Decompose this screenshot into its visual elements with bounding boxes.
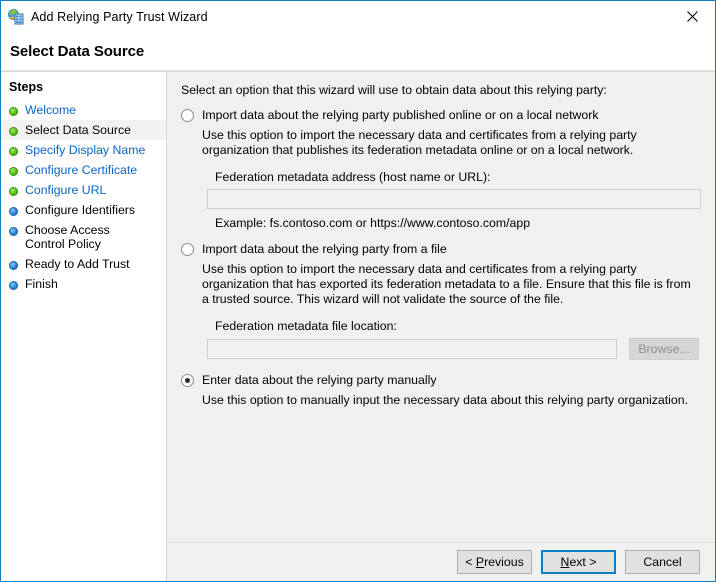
federation-metadata-address-row <box>207 189 701 209</box>
wizard-window: Add Relying Party Trust Wizard Select Da… <box>0 0 716 582</box>
federation-metadata-address-label: Federation metadata address (host name o… <box>215 170 491 184</box>
wizard-body: Steps Welcome Select Data Source Specify… <box>1 71 715 581</box>
radio-import-online[interactable] <box>181 109 194 122</box>
step-bullet-blue-icon <box>9 281 18 290</box>
option-import-file-description: Use this option to import the necessary … <box>202 262 691 306</box>
sidebar-item-configure-certificate[interactable]: Configure Certificate <box>1 160 166 180</box>
option-import-online-description: Use this option to import the necessary … <box>202 128 637 157</box>
sidebar-item-configure-identifiers[interactable]: Configure Identifiers <box>1 200 166 220</box>
option-import-online-header[interactable]: Import data about the relying party publ… <box>181 108 701 123</box>
sidebar-item-ready-to-add-trust[interactable]: Ready to Add Trust <box>1 254 166 274</box>
step-bullet-green-icon <box>9 147 18 156</box>
sidebar-item-label: Welcome <box>25 103 77 117</box>
close-button[interactable] <box>670 1 715 31</box>
option-import-file-header[interactable]: Import data about the relying party from… <box>181 242 701 257</box>
option-manual-entry-header[interactable]: Enter data about the relying party manua… <box>181 373 701 388</box>
sidebar-item-welcome[interactable]: Welcome <box>1 100 166 120</box>
main-panel: Select an option that this wizard will u… <box>167 72 715 542</box>
title-bar: Add Relying Party Trust Wizard <box>1 1 715 32</box>
step-bullet-green-icon <box>9 187 18 196</box>
federation-metadata-file-row: Browse... <box>207 338 701 360</box>
sidebar-item-finish[interactable]: Finish <box>1 274 166 294</box>
sidebar-item-label: Specify Display Name <box>25 143 146 157</box>
page-title: Select Data Source <box>10 42 145 60</box>
browse-button[interactable]: Browse... <box>629 338 699 360</box>
next-button-label: Next > <box>560 555 597 569</box>
adfs-relying-party-icon <box>8 8 24 25</box>
wizard-button-bar: < Previous Next > Cancel <box>167 542 715 581</box>
instruction-text: Select an option that this wizard will u… <box>181 83 607 97</box>
close-icon <box>687 10 698 22</box>
step-bullet-blue-icon <box>9 207 18 216</box>
window-title: Add Relying Party Trust Wizard <box>31 9 208 24</box>
sidebar-item-label: Finish <box>25 277 58 291</box>
step-bullet-blue-icon <box>9 227 18 236</box>
option-manual-entry[interactable]: Enter data about the relying party manua… <box>181 373 701 408</box>
sidebar-item-select-data-source[interactable]: Select Data Source <box>1 120 166 140</box>
sidebar-item-label: Select Data Source <box>25 123 131 137</box>
step-bullet-green-icon <box>9 167 18 176</box>
option-import-file[interactable]: Import data about the relying party from… <box>181 242 701 360</box>
radio-manual-entry[interactable] <box>181 374 194 387</box>
main-panel-wrap: Select an option that this wizard will u… <box>167 71 715 581</box>
sidebar-item-label: Configure Identifiers <box>25 203 136 217</box>
sidebar-item-label: Configure URL <box>25 183 107 197</box>
sidebar-item-choose-access-control-policy[interactable]: Choose Access Control Policy <box>1 220 166 254</box>
federation-metadata-file-label: Federation metadata file location: <box>215 319 397 333</box>
page-header: Select Data Source <box>1 32 715 71</box>
step-bullet-blue-icon <box>9 261 18 270</box>
option-manual-entry-description: Use this option to manually input the ne… <box>202 393 689 407</box>
option-import-online[interactable]: Import data about the relying party publ… <box>181 108 701 230</box>
previous-button[interactable]: < Previous <box>457 550 532 574</box>
radio-import-file[interactable] <box>181 243 194 256</box>
step-bullet-green-icon <box>9 127 18 136</box>
sidebar-item-configure-url[interactable]: Configure URL <box>1 180 166 200</box>
step-bullet-green-icon <box>9 107 18 116</box>
sidebar-item-label: Ready to Add Trust <box>25 257 130 271</box>
sidebar-item-label: Choose Access Control Policy <box>25 223 110 251</box>
cancel-button[interactable]: Cancel <box>625 550 700 574</box>
next-button[interactable]: Next > <box>541 550 616 574</box>
sidebar-item-specify-display-name[interactable]: Specify Display Name <box>1 140 166 160</box>
previous-button-label: < Previous <box>465 555 524 569</box>
option-import-file-label: Import data about the relying party from… <box>202 242 447 256</box>
steps-heading: Steps <box>9 80 44 94</box>
federation-metadata-address-input[interactable] <box>207 189 701 209</box>
option-import-online-label: Import data about the relying party publ… <box>202 108 599 122</box>
federation-metadata-file-input[interactable] <box>207 339 617 359</box>
steps-sidebar: Steps Welcome Select Data Source Specify… <box>1 71 167 581</box>
sidebar-item-label: Configure Certificate <box>25 163 138 177</box>
federation-metadata-address-example: Example: fs.contoso.com or https://www.c… <box>215 216 531 230</box>
option-manual-entry-label: Enter data about the relying party manua… <box>202 373 437 387</box>
